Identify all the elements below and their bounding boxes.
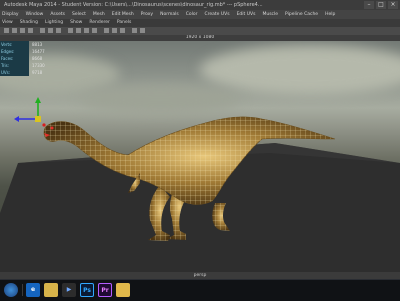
- scene-canvas: [0, 97, 400, 279]
- wireframe-icon[interactable]: [68, 28, 73, 33]
- lights-icon[interactable]: [104, 28, 109, 33]
- hud-label: UVs:: [0, 69, 29, 76]
- camera-icon[interactable]: [4, 28, 9, 33]
- hud-value: 17330: [32, 63, 45, 68]
- shadows-icon[interactable]: [112, 28, 117, 33]
- panel-menu-bar: View Shading Lighting Show Renderer Pane…: [0, 19, 400, 27]
- hud-value: 8668: [32, 56, 43, 61]
- isolate-select-icon[interactable]: [132, 28, 137, 33]
- taskbar: e ▶ Ps Pr: [0, 279, 400, 301]
- panel-menu-view[interactable]: View: [2, 19, 13, 27]
- hud-row: Faces: 8668: [0, 55, 60, 62]
- hud-label: Tris:: [0, 62, 29, 69]
- menu-edit-uvs[interactable]: Edit UVs: [237, 10, 256, 19]
- menu-pipeline-cache[interactable]: Pipeline Cache: [285, 10, 318, 19]
- ambient-occlusion-icon[interactable]: [120, 28, 125, 33]
- axis-gizmo[interactable]: [14, 97, 46, 127]
- photoshop-icon[interactable]: Ps: [80, 283, 94, 297]
- hud-row: Tris: 17330: [0, 62, 60, 69]
- panel-menu-renderer[interactable]: Renderer: [89, 19, 110, 27]
- center-handle[interactable]: [35, 116, 41, 122]
- close-button[interactable]: ×: [388, 1, 398, 9]
- folder-icon[interactable]: [116, 283, 130, 297]
- z-axis-handle[interactable]: [42, 123, 46, 127]
- window-title: Autodesk Maya 2014 - Student Version: C:…: [4, 2, 263, 8]
- menu-create-uvs[interactable]: Create UVs: [204, 10, 229, 19]
- x-axis-arrow-icon[interactable]: [14, 116, 19, 122]
- menu-assets[interactable]: Assets: [50, 10, 65, 19]
- menu-mesh[interactable]: Mesh: [93, 10, 105, 19]
- viewport-header: 1920 x 1080: [0, 35, 400, 41]
- menu-proxy[interactable]: Proxy: [141, 10, 153, 19]
- hud-value: 9718: [32, 70, 43, 75]
- menu-help[interactable]: Help: [325, 10, 335, 19]
- perspective-viewport[interactable]: 1920 x 1080 Verts: 8813 Edges: 16477 Fac…: [0, 35, 400, 279]
- hud-label: Edges:: [0, 48, 29, 55]
- y-axis-arrow-icon[interactable]: [35, 97, 41, 103]
- film-gate-icon[interactable]: [48, 28, 53, 33]
- minimize-button[interactable]: –: [364, 1, 374, 9]
- textured-icon[interactable]: [92, 28, 97, 33]
- smooth-shade-icon[interactable]: [76, 28, 81, 33]
- hud-row: Edges: 16477: [0, 48, 60, 55]
- grid-icon[interactable]: [40, 28, 45, 33]
- explorer-icon[interactable]: [44, 283, 58, 297]
- menu-select[interactable]: Select: [72, 10, 86, 19]
- resolution-readout: 1920 x 1080: [185, 35, 215, 40]
- panel-menu-panels[interactable]: Panels: [117, 19, 131, 27]
- menu-window[interactable]: Window: [26, 10, 44, 19]
- hud-row: UVs: 9718: [0, 69, 60, 76]
- maximize-button[interactable]: □: [376, 1, 386, 9]
- panel-toolbar: [0, 27, 400, 35]
- premiere-icon[interactable]: Pr: [98, 283, 112, 297]
- camera-name-label: persp: [193, 273, 207, 278]
- xray-icon[interactable]: [140, 28, 145, 33]
- resolution-gate-icon[interactable]: [56, 28, 61, 33]
- hud-label: Verts:: [0, 41, 29, 48]
- poly-count-hud: Verts: 8813 Edges: 16477 Faces: 8668 Tri…: [0, 41, 60, 76]
- menu-edit-mesh[interactable]: Edit Mesh: [112, 10, 134, 19]
- camera-attributes-icon[interactable]: [12, 28, 17, 33]
- panel-menu-lighting[interactable]: Lighting: [45, 19, 63, 27]
- hud-value: 8813: [32, 42, 43, 47]
- main-menu-bar: Display Window Assets Select Mesh Edit M…: [0, 10, 400, 19]
- menu-muscle[interactable]: Muscle: [262, 10, 278, 19]
- ie-icon[interactable]: e: [26, 283, 40, 297]
- media-icon[interactable]: ▶: [62, 283, 76, 297]
- hud-label: Faces:: [0, 55, 29, 62]
- viewport-footer: persp: [0, 272, 400, 279]
- bookmark-icon[interactable]: [20, 28, 25, 33]
- panel-menu-shading[interactable]: Shading: [20, 19, 38, 27]
- start-icon[interactable]: [4, 283, 18, 297]
- taskbar-divider: [22, 284, 23, 296]
- hud-value: 16477: [32, 49, 45, 54]
- title-bar: Autodesk Maya 2014 - Student Version: C:…: [0, 0, 400, 10]
- hud-row: Verts: 8813: [0, 41, 60, 48]
- wireframe-on-shaded-icon[interactable]: [84, 28, 89, 33]
- menu-color[interactable]: Color: [186, 10, 198, 19]
- menu-normals[interactable]: Normals: [160, 10, 179, 19]
- menu-display[interactable]: Display: [2, 10, 19, 19]
- window-controls: – □ ×: [364, 1, 398, 9]
- panel-menu-show[interactable]: Show: [70, 19, 82, 27]
- image-plane-icon[interactable]: [28, 28, 33, 33]
